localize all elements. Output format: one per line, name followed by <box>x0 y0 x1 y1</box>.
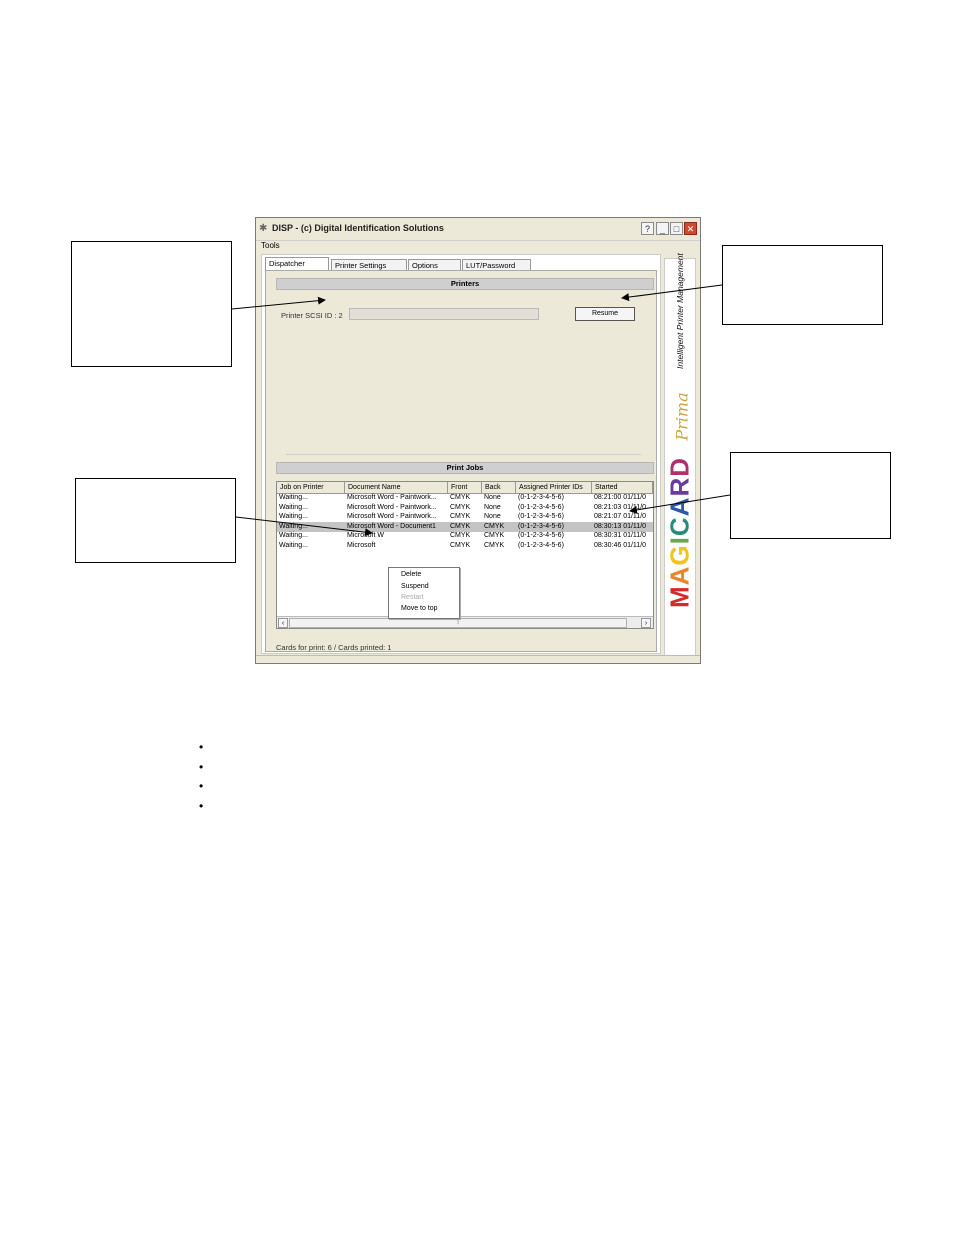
arrow-to-started <box>629 494 731 514</box>
callout-arrows <box>231 284 731 537</box>
arrow-to-suspend <box>235 516 373 537</box>
arrow-to-printer <box>231 296 326 310</box>
bullet-point: • <box>199 798 204 813</box>
arrow-to-resume <box>621 284 723 302</box>
bullet-point: • <box>199 779 204 793</box>
bullet-point: • <box>199 759 204 774</box>
bullet-point: • <box>199 740 204 754</box>
